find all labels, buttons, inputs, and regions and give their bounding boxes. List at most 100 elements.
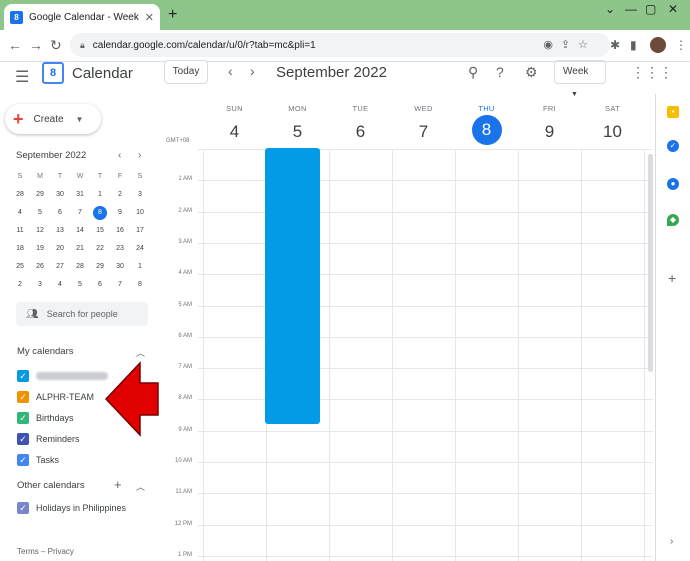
google-apps-icon[interactable]: ⋮⋮⋮ — [631, 64, 673, 81]
omnibox-icons[interactable]: ◉⇪☆ — [543, 38, 596, 51]
mini-day[interactable]: 18 — [10, 240, 30, 258]
more-icon[interactable]: ⋮ — [675, 38, 687, 52]
close-tab-icon[interactable]: ✕ — [145, 11, 154, 24]
checkbox-icon[interactable]: ✓ — [17, 454, 29, 466]
settings-gear-icon[interactable]: ⚙ — [525, 64, 538, 81]
mini-day[interactable]: 13 — [50, 222, 70, 240]
mini-day[interactable]: 8 — [130, 276, 150, 294]
mini-day[interactable]: 16 — [110, 222, 130, 240]
day-header[interactable]: SUN 4 — [203, 104, 266, 147]
forward-icon[interactable]: → — [29, 37, 43, 53]
url-bar[interactable]: 🔒︎ calendar.google.com/calendar/u/0/r?ta… — [70, 33, 610, 57]
mini-day[interactable]: 7 — [110, 276, 130, 294]
calendar-event[interactable] — [265, 148, 320, 424]
day-number[interactable]: 4 — [203, 117, 266, 147]
day-header[interactable]: TUE 6 — [329, 104, 392, 147]
mini-day[interactable]: 30 — [110, 258, 130, 276]
calendar-list-item[interactable]: ✓ Tasks — [17, 453, 59, 467]
day-header[interactable]: THU 8 — [455, 104, 518, 145]
tasks-icon[interactable]: ✓ — [667, 140, 679, 152]
keep-icon[interactable]: ▪ — [667, 106, 679, 118]
mini-day[interactable]: 30 — [50, 186, 70, 204]
day-header[interactable]: SAT 10 — [581, 104, 644, 147]
day-number[interactable]: 7 — [392, 117, 455, 147]
new-tab-button[interactable]: + — [168, 6, 177, 24]
maps-icon[interactable]: ◆ — [667, 214, 679, 226]
mini-day[interactable]: 5 — [70, 276, 90, 294]
calendar-list-item[interactable]: ✓ ALPHR-TEAM — [17, 390, 94, 404]
add-calendar-icon[interactable]: + — [114, 477, 122, 492]
mini-day[interactable]: 29 — [30, 186, 50, 204]
mini-day[interactable]: 22 — [90, 240, 110, 258]
checkbox-icon[interactable]: ✓ — [17, 370, 29, 382]
calendar-list-item[interactable]: ✓ — [17, 369, 108, 383]
today-button[interactable]: Today — [164, 60, 208, 84]
chevron-up-icon[interactable]: ︿ — [136, 346, 145, 359]
view-selector[interactable]: Week ▼ — [554, 60, 606, 98]
mini-day[interactable]: 5 — [30, 204, 50, 222]
mini-day[interactable]: 9 — [110, 204, 130, 222]
mini-day[interactable]: 20 — [50, 240, 70, 258]
mini-day[interactable]: 7 — [70, 204, 90, 222]
mini-day[interactable]: 2 — [110, 186, 130, 204]
my-calendars-header[interactable]: My calendars — [17, 346, 74, 357]
calendar-list-item[interactable]: ✓ Reminders — [17, 432, 80, 446]
mini-day[interactable]: 1 — [130, 258, 150, 276]
mini-prev-icon[interactable]: ‹ — [118, 150, 121, 161]
checkbox-icon[interactable]: ✓ — [17, 433, 29, 445]
reload-icon[interactable]: ↻ — [50, 37, 62, 54]
mini-next-icon[interactable]: › — [138, 150, 141, 161]
mini-day[interactable]: 28 — [10, 186, 30, 204]
day-number[interactable]: 6 — [329, 117, 392, 147]
mini-day[interactable]: 1 — [90, 186, 110, 204]
mini-day[interactable]: 3 — [130, 186, 150, 204]
sidepanel-icon[interactable]: ▮ — [630, 38, 637, 52]
restore-button[interactable]: ▢ — [645, 2, 656, 16]
other-calendars-header[interactable]: Other calendars — [17, 480, 85, 491]
mini-day[interactable]: 19 — [30, 240, 50, 258]
search-icon[interactable]: ⚲ — [468, 64, 478, 81]
mini-day[interactable]: 29 — [90, 258, 110, 276]
mini-day[interactable]: 21 — [70, 240, 90, 258]
checkbox-icon[interactable]: ✓ — [17, 391, 29, 403]
minimize-button[interactable]: — — [625, 2, 637, 16]
mini-day[interactable]: 28 — [70, 258, 90, 276]
previous-week-icon[interactable]: ‹ — [228, 63, 233, 79]
mini-day[interactable]: 6 — [50, 204, 70, 222]
back-icon[interactable]: ← — [8, 37, 22, 53]
window-close-button[interactable]: ✕ — [668, 2, 678, 16]
search-people-input[interactable]: 👥︎ Search for people — [16, 302, 148, 326]
mini-day[interactable]: 6 — [90, 276, 110, 294]
mini-day[interactable]: 12 — [30, 222, 50, 240]
mini-day[interactable]: 17 — [130, 222, 150, 240]
create-button[interactable]: + Create ▼ — [5, 104, 101, 134]
calendar-list-item[interactable]: ✓ Holidays in Philippines — [17, 501, 126, 515]
mini-day[interactable]: 14 — [70, 222, 90, 240]
mini-day[interactable]: 11 — [10, 222, 30, 240]
browser-tab[interactable]: 8 Google Calendar - Week of Septe ✕ — [4, 4, 160, 30]
calendar-list-item[interactable]: ✓ Birthdays — [17, 411, 74, 425]
mini-day[interactable]: 26 — [30, 258, 50, 276]
help-icon[interactable]: ? — [496, 64, 504, 80]
day-header[interactable]: FRI 9 — [518, 104, 581, 147]
grid-scrollbar[interactable] — [648, 154, 653, 372]
mini-day[interactable]: 15 — [90, 222, 110, 240]
add-addon-icon[interactable]: + — [668, 270, 676, 286]
day-header[interactable]: WED 7 — [392, 104, 455, 147]
day-number[interactable]: 10 — [581, 117, 644, 147]
mini-day[interactable]: 2 — [10, 276, 30, 294]
chevron-up-icon[interactable]: ︿ — [136, 480, 145, 493]
checkbox-icon[interactable]: ✓ — [17, 412, 29, 424]
terms-privacy-links[interactable]: Terms – Privacy — [17, 547, 74, 556]
day-number[interactable]: 9 — [518, 117, 581, 147]
mini-day[interactable]: 3 — [30, 276, 50, 294]
mini-day[interactable]: 24 — [130, 240, 150, 258]
mini-day[interactable]: 31 — [70, 186, 90, 204]
mini-day[interactable]: 4 — [50, 276, 70, 294]
mini-day[interactable]: 27 — [50, 258, 70, 276]
mini-day[interactable]: 8 — [93, 206, 107, 220]
mini-day[interactable]: 10 — [130, 204, 150, 222]
contacts-icon[interactable]: ● — [667, 178, 679, 190]
mini-day[interactable]: 25 — [10, 258, 30, 276]
extensions-icon[interactable]: ✱ — [610, 38, 620, 52]
